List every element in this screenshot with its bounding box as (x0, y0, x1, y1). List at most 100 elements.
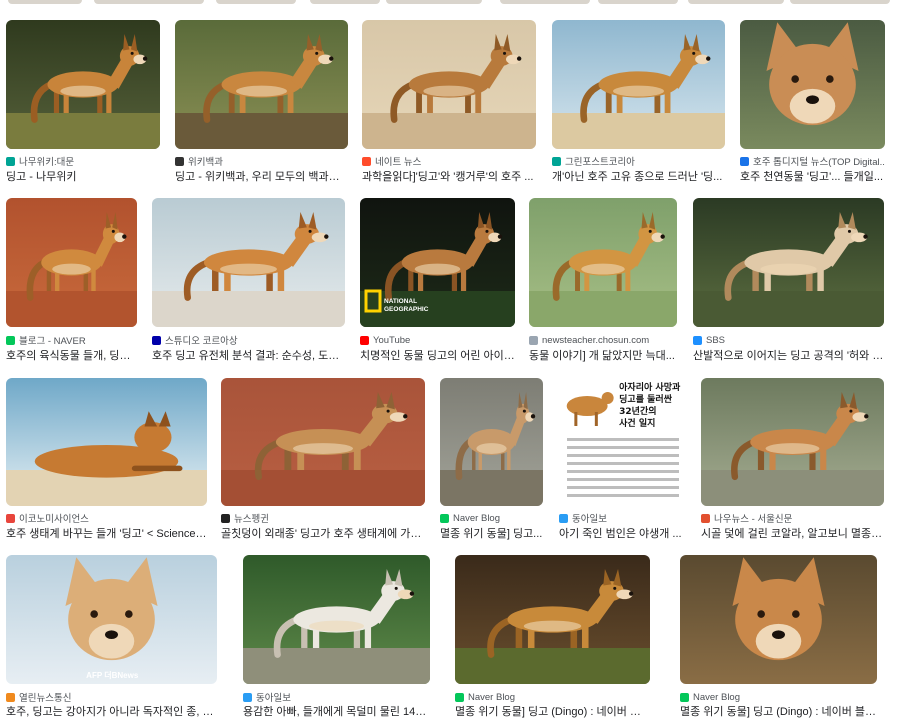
donga-icon (243, 692, 252, 702)
result-source[interactable]: 이코노미사이언스 (6, 511, 207, 525)
svg-text:아자리아 사망과: 아자리아 사망과 (619, 381, 681, 393)
result-source[interactable]: 동아일보 (559, 511, 687, 525)
source-name: 뉴스펭귄 (234, 514, 269, 525)
result-source[interactable]: 호주 톱디지털 뉴스(TOP Digital... (740, 154, 885, 168)
source-name: 블로그 - NAVER (19, 336, 86, 347)
image-thumbnail[interactable] (440, 378, 543, 506)
image-thumbnail[interactable]: AFP 더BNews (6, 555, 217, 684)
youtube-icon (360, 335, 369, 345)
image-result-card[interactable]: 동아일보 용감한 아빠, 들개에게 목덜미 물린 14개... (243, 555, 430, 719)
result-caption[interactable]: 딩고 - 나무위키 (6, 168, 160, 184)
image-result-card[interactable]: newsteacher.chosun.com 동물 이야기] 개 닮았지만 늑대.… (529, 198, 677, 363)
source-name: 나무위키:대문 (19, 157, 75, 168)
studio-icon (152, 335, 161, 345)
result-source[interactable]: 위키백과 (175, 154, 348, 168)
result-source[interactable]: Naver Blog (440, 511, 543, 525)
source-name: 네이트 뉴스 (375, 157, 422, 168)
source-name: 그린포스트코리아 (565, 157, 635, 168)
image-thumbnail[interactable] (740, 20, 885, 149)
result-caption[interactable]: 멸종 위기 동물] 딩고... (440, 525, 543, 541)
image-thumbnail[interactable]: 아자리아 사망과 딩고를 둘러싼 32년간의 사건 일지 (559, 378, 687, 506)
image-thumbnail[interactable] (455, 555, 650, 684)
source-name: newsteacher.chosun.com (542, 334, 650, 346)
image-thumbnail[interactable] (6, 378, 207, 506)
result-caption[interactable]: 호주 딩고 유전체 분석 결과: 순수성, 도태 ... (152, 347, 345, 363)
result-source[interactable]: Naver Blog (455, 690, 650, 704)
result-source[interactable]: 블로그 - NAVER (6, 333, 137, 347)
result-caption[interactable]: 산발적으로 이어지는 딩고 공격의 '허와 실... (693, 347, 884, 363)
result-source[interactable]: 동아일보 (243, 690, 430, 704)
image-result-card[interactable]: 아자리아 사망과 딩고를 둘러싼 32년간의 사건 일지 동아일보 아기 죽인 범… (559, 378, 687, 541)
image-thumbnail[interactable] (529, 198, 677, 327)
result-caption[interactable]: 호주, 딩고는 강아지가 아니라 독자적인 종, 보전... (6, 703, 217, 719)
image-thumbnail[interactable] (693, 198, 884, 327)
source-name: 위키백과 (188, 157, 223, 168)
image-result-card[interactable]: 호주 톱디지털 뉴스(TOP Digital... 호주 천연동물 '딩고'...… (740, 20, 885, 184)
source-name: Naver Blog (468, 691, 515, 703)
image-thumbnail[interactable] (701, 378, 884, 506)
greenpost-icon (552, 156, 561, 166)
result-caption[interactable]: 동물 이야기] 개 닮았지만 늑대... (529, 347, 677, 363)
image-result-card[interactable]: 블로그 - NAVER 호주의 육식동물 들개, 딩고... (6, 198, 137, 363)
image-result-card[interactable]: AFP 더BNews 열린뉴스통신 호주, 딩고는 강아지가 아니라 독자적인 종… (6, 555, 217, 719)
result-caption[interactable]: 호주 천연동물 '딩고'... 들개일... (740, 168, 885, 184)
image-thumbnail[interactable] (221, 378, 425, 506)
source-name: 호주 톱디지털 뉴스(TOP Digital... (753, 157, 885, 168)
image-result-card[interactable]: SBS 산발적으로 이어지는 딩고 공격의 '허와 실... (693, 198, 884, 363)
image-result-card[interactable]: 뉴스펭귄 골칫덩이 외래종' 딩고가 호주 생태계에 가져... (221, 378, 425, 541)
image-thumbnail[interactable] (362, 20, 536, 149)
image-result-card[interactable]: 그린포스트코리아 개'아닌 호주 고유 종으로 드러난 '딩... (552, 20, 725, 184)
image-thumbnail[interactable] (6, 20, 160, 149)
nownews-icon (701, 513, 710, 523)
result-caption[interactable]: 호주의 육식동물 들개, 딩고... (6, 347, 137, 363)
image-result-card[interactable]: Naver Blog 멸종 위기 동물] 딩고 (Dingo) : 네이버 블로그 (680, 555, 877, 719)
source-name: 동아일보 (572, 514, 607, 525)
result-source[interactable]: newsteacher.chosun.com (529, 333, 677, 347)
svg-text:사건 일지: 사건 일지 (619, 417, 655, 429)
image-result-card[interactable]: 스튜디오 코르아상 호주 딩고 유전체 분석 결과: 순수성, 도태 ... (152, 198, 345, 363)
sbs-icon (693, 335, 702, 345)
image-result-card[interactable]: 나우뉴스 - 서울신문 시골 덫에 걸린 코알라, 알고보니 멸종위... (701, 378, 884, 541)
image-thumbnail[interactable] (175, 20, 348, 149)
image-result-card[interactable]: 나무위키:대문 딩고 - 나무위키 (6, 20, 160, 184)
result-source[interactable]: 그린포스트코리아 (552, 154, 725, 168)
nate-icon (362, 156, 371, 166)
svg-text:딩고를 둘러싼: 딩고를 둘러싼 (619, 393, 673, 405)
image-result-card[interactable]: 위키백과 딩고 - 위키백과, 우리 모두의 백과사전 (175, 20, 348, 184)
result-caption[interactable]: 멸종 위기 동물] 딩고 (Dingo) : 네이버 블로그 (455, 703, 650, 719)
image-result-card[interactable]: 이코노미사이언스 호주 생태계 바꾸는 들개 '딩고' < Science ... (6, 378, 207, 541)
result-caption[interactable]: 딩고 - 위키백과, 우리 모두의 백과사전 (175, 168, 348, 184)
result-source[interactable]: 나무위키:대문 (6, 154, 160, 168)
result-source[interactable]: 나우뉴스 - 서울신문 (701, 511, 884, 525)
result-caption[interactable]: 개'아닌 호주 고유 종으로 드러난 '딩... (552, 168, 725, 184)
result-caption[interactable]: 과학을읽다]'딩고'와 '캥거루'의 호주 ... (362, 168, 536, 184)
result-source[interactable]: 네이트 뉴스 (362, 154, 536, 168)
result-caption[interactable]: 용감한 아빠, 들개에게 목덜미 물린 14개... (243, 703, 430, 719)
result-source[interactable]: 뉴스펭귄 (221, 511, 425, 525)
image-thumbnail[interactable] (552, 20, 725, 149)
result-source[interactable]: SBS (693, 333, 884, 347)
result-caption[interactable]: 아기 죽인 범인은 야생개 ... (559, 525, 687, 541)
image-thumbnail[interactable] (152, 198, 345, 327)
image-thumbnail[interactable]: NATIONAL GEOGRAPHIC (360, 198, 515, 327)
result-caption[interactable]: 멸종 위기 동물] 딩고 (Dingo) : 네이버 블로그 (680, 703, 877, 719)
image-thumbnail[interactable] (680, 555, 877, 684)
source-name: SBS (706, 334, 726, 346)
newspenguin-icon (221, 513, 230, 523)
result-caption[interactable]: 시골 덫에 걸린 코알라, 알고보니 멸종위... (701, 525, 884, 541)
result-source[interactable]: 스튜디오 코르아상 (152, 333, 345, 347)
image-thumbnail[interactable] (243, 555, 430, 684)
image-result-card[interactable]: Naver Blog 멸종 위기 동물] 딩고... (440, 378, 543, 541)
result-caption[interactable]: 치명적인 동물 딩고의 어린 아이 ... (360, 347, 515, 363)
result-caption[interactable]: 골칫덩이 외래종' 딩고가 호주 생태계에 가져... (221, 525, 425, 541)
result-caption[interactable]: 호주 생태계 바꾸는 들개 '딩고' < Science ... (6, 525, 207, 541)
source-name: Naver Blog (453, 512, 500, 524)
image-result-card[interactable]: NATIONAL GEOGRAPHIC YouTube 치명적인 동물 딩고의 어… (360, 198, 515, 363)
image-result-card[interactable]: 네이트 뉴스 과학을읽다]'딩고'와 '캥거루'의 호주 ... (362, 20, 536, 184)
result-source[interactable]: Naver Blog (680, 690, 877, 704)
source-name: 이코노미사이언스 (19, 514, 89, 525)
image-thumbnail[interactable] (6, 198, 137, 327)
image-result-card[interactable]: Naver Blog 멸종 위기 동물] 딩고 (Dingo) : 네이버 블로그 (455, 555, 650, 719)
result-source[interactable]: YouTube (360, 333, 515, 347)
result-source[interactable]: 열린뉴스통신 (6, 690, 217, 704)
